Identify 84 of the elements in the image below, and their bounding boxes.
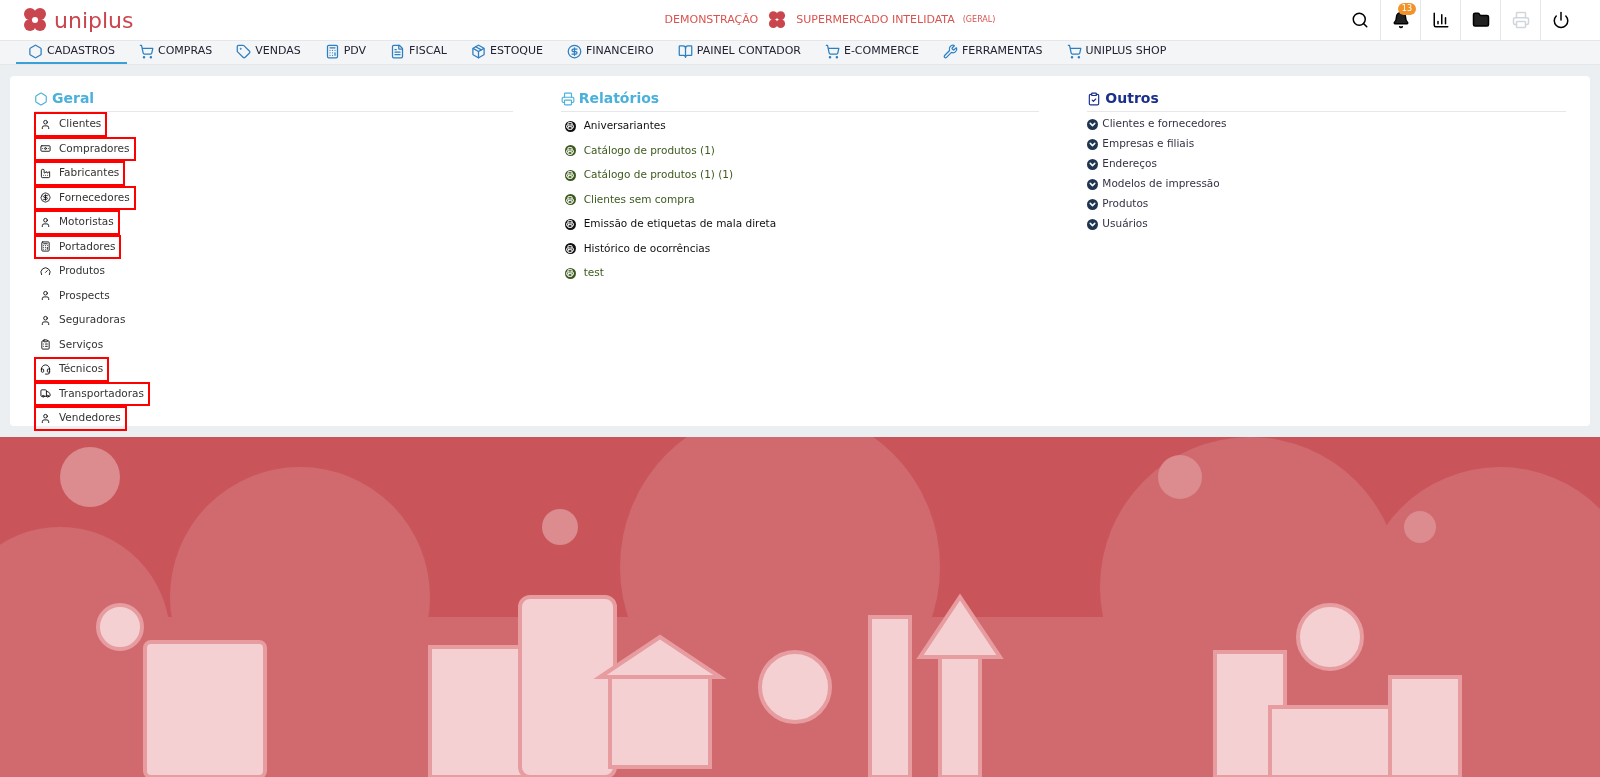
menu-tab[interactable]: ESTOQUE	[459, 40, 555, 64]
report-link[interactable]: Catálogo de produtos (1)	[564, 138, 1040, 163]
menu-tab[interactable]: VENDAS	[224, 40, 313, 64]
logo-text: uniplus	[54, 6, 134, 35]
cart-icon	[824, 43, 840, 59]
chevron-down-icon	[1087, 138, 1099, 150]
box-icon	[471, 43, 486, 59]
menu-link[interactable]: Compradores	[34, 136, 136, 161]
menu-tab[interactable]: UNIPLUS SHOP	[1054, 40, 1179, 64]
mode-label: DEMONSTRAÇÃO	[664, 11, 759, 28]
notification-count: 13	[1397, 3, 1416, 15]
other-link[interactable]: Produtos	[1087, 194, 1566, 214]
menu-tab[interactable]: FINANCEIRO	[555, 40, 666, 64]
other-link[interactable]: Clientes e fornecedores	[1087, 114, 1566, 134]
menu-link[interactable]: Produtos	[34, 259, 111, 284]
menu-link[interactable]: Portadores	[34, 234, 122, 259]
folder-icon	[1471, 11, 1490, 29]
company-name: SUPERMERCADO INTELIDATA	[796, 11, 955, 28]
bar-chart-icon	[1431, 11, 1450, 29]
section-title: Relatórios	[578, 89, 660, 108]
power-icon	[1551, 11, 1570, 29]
calculator-icon	[40, 241, 51, 253]
menu-link[interactable]: Clientes	[34, 112, 108, 137]
other-link[interactable]: Modelos de impressão	[1087, 174, 1566, 194]
menu-tab[interactable]: E-COMMERCE	[812, 40, 931, 64]
menu-link[interactable]: Vendedores	[34, 406, 127, 431]
report-link[interactable]: Clientes sem compra	[564, 187, 1040, 212]
gauge-icon	[40, 265, 51, 277]
menu-link[interactable]: Transportadoras	[34, 381, 150, 406]
truck-icon	[40, 388, 51, 400]
menu-tab[interactable]: FISCAL	[378, 40, 459, 64]
document-icon	[390, 43, 406, 59]
printer-icon	[560, 91, 575, 106]
report-link[interactable]: Catálogo de produtos (1) (1)	[564, 163, 1040, 188]
menu-tab[interactable]: COMPRAS	[127, 40, 225, 64]
dollar-icon	[40, 192, 51, 204]
dollar-icon	[567, 43, 582, 59]
person-icon	[40, 290, 51, 302]
report-link[interactable]: Histórico de ocorrências	[564, 236, 1040, 261]
other-link[interactable]: Endereços	[1087, 154, 1566, 174]
chevron-down-icon	[1087, 118, 1099, 130]
cart-icon	[1066, 43, 1082, 59]
report-link[interactable]: Aniversariantes	[564, 114, 1040, 139]
report-link[interactable]: test	[564, 261, 1040, 286]
menu-link[interactable]: Serviços	[34, 332, 110, 357]
person-icon	[40, 314, 51, 326]
search-icon	[1351, 11, 1369, 29]
chevron-down-icon	[1087, 158, 1099, 170]
factory-icon	[40, 167, 51, 179]
clipboard-icon	[40, 339, 51, 351]
company-scope: (GERAL)	[962, 14, 996, 26]
tag-icon	[236, 43, 252, 59]
other-link[interactable]: Usuários	[1087, 214, 1566, 234]
report-link[interactable]: Emissão de etiquetas de mala direta	[564, 212, 1040, 237]
headset-icon	[40, 363, 51, 375]
menu-tab[interactable]: CADASTROS	[16, 40, 127, 64]
menu-tab[interactable]: PAINEL CONTADOR	[665, 40, 813, 64]
menu-link[interactable]: Prospects	[34, 283, 116, 308]
printer-icon	[1511, 11, 1530, 29]
menu-tab[interactable]: PDV	[312, 40, 379, 64]
book-icon	[677, 43, 693, 59]
hexagon-icon	[28, 43, 43, 59]
cash-icon	[40, 143, 51, 155]
person-icon	[40, 118, 51, 130]
person-icon	[40, 216, 51, 228]
hexagon-icon	[34, 91, 48, 106]
other-link[interactable]: Empresas e filiais	[1087, 134, 1566, 154]
menu-tab[interactable]: FERRAMENTAS	[930, 40, 1055, 64]
menu-link[interactable]: Fabricantes	[34, 161, 126, 186]
cart-icon	[139, 43, 154, 59]
chevron-down-icon	[1087, 178, 1099, 190]
clipboard-icon	[1087, 91, 1102, 106]
menu-link[interactable]: Motoristas	[34, 210, 120, 235]
menu-link[interactable]: Fornecedores	[34, 185, 136, 210]
person-icon	[40, 412, 51, 424]
chevron-down-icon	[1087, 218, 1099, 230]
chevron-down-icon	[1087, 198, 1099, 210]
cash-register-icon	[324, 43, 340, 59]
bell-icon	[1391, 11, 1410, 29]
tools-icon	[942, 43, 958, 59]
menu-link[interactable]: Seguradoras	[34, 308, 132, 333]
section-title: Geral	[52, 89, 95, 108]
menu-link[interactable]: Técnicos	[34, 357, 110, 382]
section-title: Outros	[1105, 89, 1159, 108]
